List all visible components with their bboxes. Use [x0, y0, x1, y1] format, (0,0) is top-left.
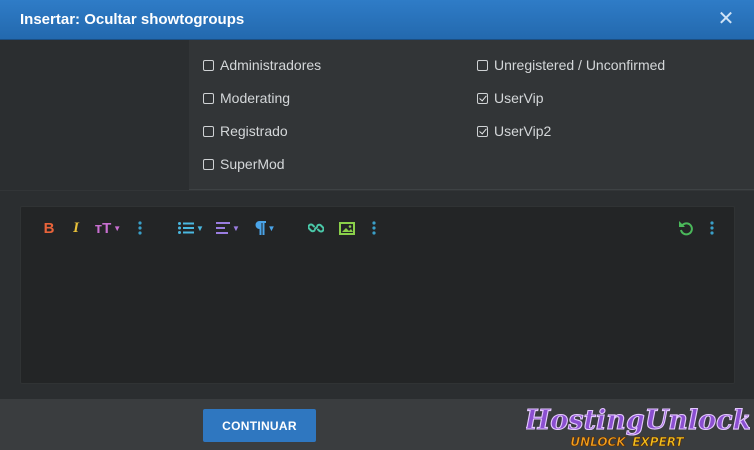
chevron-down-icon: ▼	[113, 223, 122, 233]
option-uservip2[interactable]: UserVip2	[477, 121, 551, 141]
group-options: Administradores Moderating Registrado Su…	[0, 40, 754, 190]
checkbox-uservip2[interactable]	[477, 125, 488, 137]
checkbox-uservip[interactable]	[477, 92, 488, 104]
option-label: UserVip2	[494, 123, 552, 139]
option-label: Administradores	[220, 57, 322, 73]
dialog-titlebar: Insertar: Ocultar showtogroups ✕	[0, 0, 754, 40]
undo-icon[interactable]	[676, 217, 696, 239]
option-label: UserVip	[494, 90, 544, 106]
rich-text-editor[interactable]: B I тT ▼ ▼ ▼ ▼	[20, 206, 735, 384]
watermark-line2-left: UNLOCK	[570, 435, 627, 449]
more-vertical-icon[interactable]	[135, 217, 145, 239]
bold-icon[interactable]: B	[41, 217, 57, 239]
watermark-line2-right: EXPERT	[632, 435, 684, 449]
editor-section: B I тT ▼ ▼ ▼ ▼	[0, 191, 754, 399]
close-icon[interactable]: ✕	[716, 8, 736, 30]
paragraph-icon[interactable]: ▼	[252, 217, 278, 239]
checkbox-registrado[interactable]	[203, 125, 214, 137]
option-label: Registrado	[220, 123, 288, 139]
options-left-panel	[0, 40, 189, 190]
text-size-glyph: тT	[94, 219, 112, 237]
chevron-down-icon: ▼	[232, 223, 240, 233]
option-uservip[interactable]: UserVip	[477, 88, 544, 108]
align-icon[interactable]: ▼	[215, 217, 241, 239]
dialog-title: Insertar: Ocultar showtogroups	[20, 11, 245, 28]
checkbox-administradores[interactable]	[203, 59, 214, 71]
italic-icon[interactable]: I	[69, 217, 83, 239]
option-label: Unregistered / Unconfirmed	[494, 57, 666, 73]
text-size-icon[interactable]: тT ▼	[93, 217, 123, 239]
continue-button[interactable]: CONTINUAR	[203, 409, 316, 442]
more-vertical-icon[interactable]	[707, 217, 717, 239]
chevron-down-icon: ▼	[267, 223, 276, 233]
insert-dialog: Insertar: Ocultar showtogroups ✕ Adminis…	[0, 0, 754, 450]
image-icon[interactable]	[337, 217, 357, 239]
watermark-line1: HostingUnlock	[526, 405, 750, 436]
option-unregistered[interactable]: Unregistered / Unconfirmed	[477, 55, 665, 75]
option-registrado[interactable]: Registrado	[203, 121, 288, 141]
list-icon[interactable]: ▼	[177, 217, 205, 239]
option-supermod[interactable]: SuperMod	[203, 154, 285, 174]
checkbox-moderating[interactable]	[203, 92, 214, 104]
more-vertical-icon[interactable]	[369, 217, 379, 239]
option-label: Moderating	[220, 90, 291, 106]
option-label: SuperMod	[220, 156, 285, 172]
link-icon[interactable]	[306, 217, 326, 239]
checkbox-supermod[interactable]	[203, 158, 214, 170]
option-moderating[interactable]: Moderating	[203, 88, 290, 108]
chevron-down-icon: ▼	[196, 223, 204, 233]
checkbox-unregistered[interactable]	[477, 59, 488, 71]
hostingunlock-watermark-logo: HostingUnlock UNLOCK EXPERT	[526, 404, 750, 449]
option-administradores[interactable]: Administradores	[203, 55, 321, 75]
